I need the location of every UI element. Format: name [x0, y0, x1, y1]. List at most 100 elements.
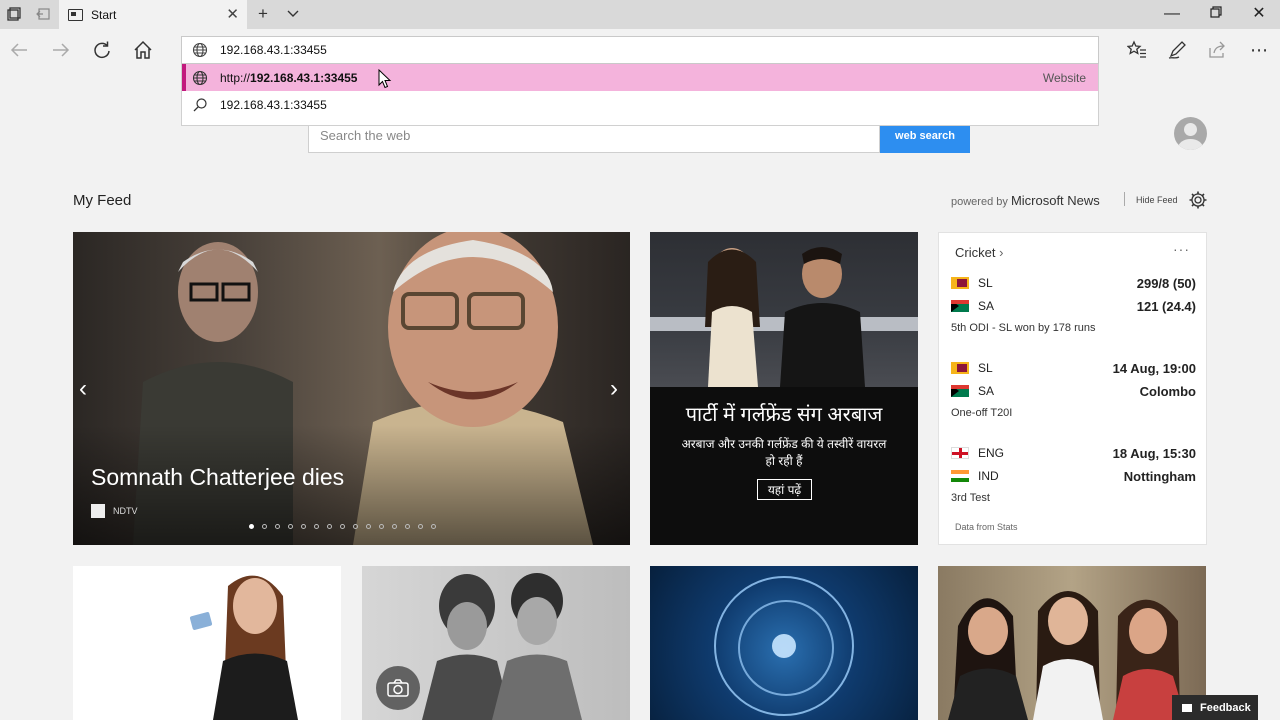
team-row: SA 121 (24.4) [951, 298, 1196, 314]
india-flag-icon [951, 470, 969, 482]
mouse-cursor-icon [378, 69, 392, 89]
team-name: SL [978, 361, 993, 375]
cricket-title[interactable]: Cricket › [955, 245, 1003, 260]
card-headline: पार्टी में गर्लफ्रेंड संग अरबाज [685, 404, 883, 426]
more-options-icon[interactable]: ··· [1173, 241, 1190, 257]
cricket-scores-card: Cricket › ··· SL 299/8 (50) SA 121 (24.4) … [938, 232, 1207, 545]
carousel-dot[interactable] [431, 524, 436, 529]
news-card-bollywood[interactable]: पार्टी में गर्लफ्रेंड संग अरबाज अरबाज और… [650, 232, 918, 545]
chevron-down-icon[interactable] [285, 6, 301, 22]
carousel-dot[interactable] [418, 524, 423, 529]
england-flag-icon [951, 447, 969, 459]
match-venue: Nottingham [1123, 468, 1196, 484]
match-time: 18 Aug, 15:30 [1112, 445, 1196, 461]
card-description: अरबाज और उनकी गर्लफ्रेंड की ये तस्वीरें … [681, 437, 887, 468]
team-name: SA [978, 384, 995, 398]
news-card[interactable] [650, 566, 918, 720]
sri-lanka-flag-icon [951, 277, 969, 289]
tab-start[interactable]: Start ✕ [59, 0, 247, 29]
team-name: SL [978, 276, 993, 290]
news-brand[interactable]: Microsoft News [1011, 193, 1100, 208]
match-note: 3rd Test [951, 492, 990, 504]
back-icon[interactable] [8, 39, 30, 61]
carousel-dot[interactable] [366, 524, 371, 529]
data-source[interactable]: Data from Stats [955, 522, 1018, 532]
carousel-dots [249, 524, 436, 529]
match-venue: Colombo [1139, 383, 1196, 399]
card-image [948, 591, 1186, 720]
camera-icon [376, 666, 420, 710]
hide-feed-button[interactable]: Hide Feed [1136, 195, 1178, 205]
feedback-label: Feedback [1200, 701, 1251, 714]
hero-headline[interactable]: Somnath Chatterjee dies [91, 464, 344, 491]
refresh-icon[interactable] [91, 39, 113, 61]
feed-title: My Feed [73, 192, 132, 209]
start-page-icon [68, 8, 83, 21]
suggestion-search[interactable]: 192.168.43.1:33455 [182, 91, 1098, 118]
carousel-prev-icon[interactable]: ‹ [79, 375, 87, 403]
news-card[interactable] [73, 566, 341, 720]
news-card[interactable] [938, 566, 1206, 720]
carousel-dot[interactable] [314, 524, 319, 529]
maximize-icon[interactable] [1206, 4, 1226, 24]
suggestion-url: http://192.168.43.1:33455 [220, 71, 357, 85]
address-suggestions: http://192.168.43.1:33455 Website 192.16… [181, 64, 1099, 126]
gear-icon[interactable] [1188, 190, 1208, 210]
search-icon [193, 97, 207, 111]
team-row: ENG 18 Aug, 15:30 [951, 445, 1196, 461]
globe-icon [192, 42, 208, 58]
powered-by: powered by Microsoft News [951, 193, 1100, 208]
avatar[interactable] [1174, 117, 1207, 150]
team-name: SA [978, 299, 995, 313]
chevron-right-icon: › [999, 245, 1004, 260]
team-score: 121 (24.4) [1136, 298, 1196, 314]
close-window-icon[interactable]: ✕ [1249, 4, 1269, 24]
team-name: ENG [978, 446, 1005, 460]
feedback-icon [1182, 703, 1192, 712]
carousel-dot[interactable] [262, 524, 267, 529]
tab-actions-icon[interactable] [6, 6, 22, 22]
address-input[interactable] [220, 43, 820, 57]
notes-icon[interactable] [1166, 39, 1188, 61]
favorites-icon[interactable] [1126, 39, 1148, 61]
carousel-dot[interactable] [405, 524, 410, 529]
set-aside-tabs-icon[interactable] [35, 6, 51, 22]
hero-news-card[interactable]: ‹ › Somnath Chatterjee dies NDTV [73, 232, 630, 545]
carousel-dot[interactable] [249, 524, 254, 529]
carousel-dot[interactable] [392, 524, 397, 529]
hero-source-name: NDTV [113, 506, 138, 516]
team-row: SL 14 Aug, 19:00 [951, 360, 1196, 376]
title-bar: Start ✕ + — ✕ [0, 0, 1280, 29]
sri-lanka-flag-icon [951, 362, 969, 374]
address-bar[interactable] [181, 36, 1099, 64]
suggestion-query: 192.168.43.1:33455 [220, 97, 327, 112]
close-tab-icon[interactable]: ✕ [226, 5, 239, 23]
match-note: One-off T20I [951, 407, 1013, 419]
south-africa-flag-icon [951, 300, 969, 312]
team-row: SA Colombo [951, 383, 1196, 399]
carousel-dot[interactable] [275, 524, 280, 529]
tab-title: Start [91, 7, 117, 22]
suggestion-type: Website [1042, 70, 1086, 85]
carousel-dot[interactable] [379, 524, 384, 529]
carousel-dot[interactable] [353, 524, 358, 529]
news-card[interactable] [362, 566, 630, 720]
carousel-next-icon[interactable]: › [610, 375, 618, 403]
team-row: SL 299/8 (50) [951, 275, 1196, 291]
suggestion-website[interactable]: http://192.168.43.1:33455 Website [182, 64, 1098, 91]
minimize-icon[interactable]: — [1162, 4, 1182, 24]
zodiac-wheel-image [714, 576, 854, 716]
card-image [650, 232, 918, 387]
carousel-dot[interactable] [288, 524, 293, 529]
feedback-button[interactable]: Feedback [1172, 695, 1258, 720]
read-here-button[interactable]: यहां पढ़ें [757, 479, 812, 500]
home-icon[interactable] [132, 39, 154, 61]
carousel-dot[interactable] [301, 524, 306, 529]
team-score: 299/8 (50) [1136, 275, 1196, 291]
carousel-dot[interactable] [340, 524, 345, 529]
forward-icon[interactable] [50, 39, 72, 61]
share-icon[interactable] [1207, 39, 1229, 61]
new-tab-icon[interactable]: + [255, 4, 271, 23]
carousel-dot[interactable] [327, 524, 332, 529]
more-icon[interactable]: ⋯ [1248, 39, 1270, 61]
